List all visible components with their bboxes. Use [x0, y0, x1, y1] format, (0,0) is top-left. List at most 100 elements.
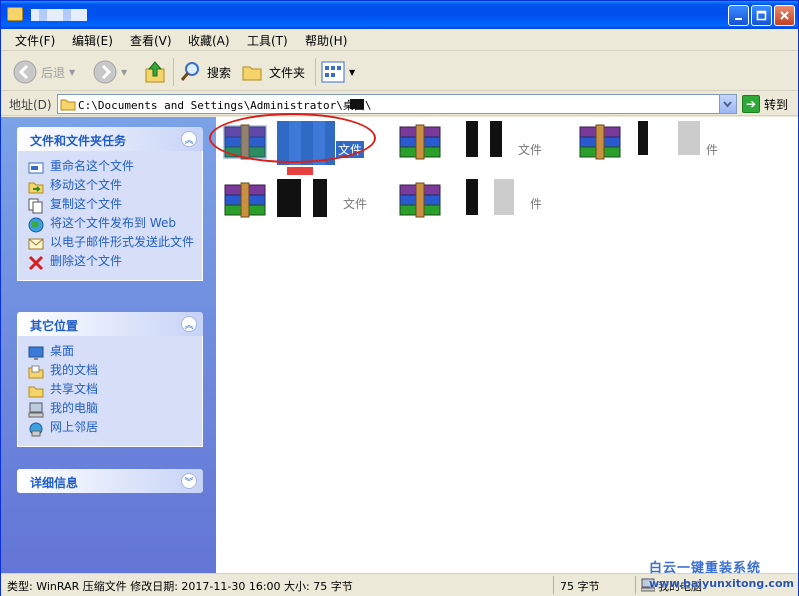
task-rename[interactable]: 重命名这个文件	[28, 160, 194, 176]
task-move[interactable]: 移动这个文件	[28, 179, 194, 195]
task-delete[interactable]: 删除这个文件	[28, 255, 194, 271]
task-delete-label: 删除这个文件	[50, 254, 123, 268]
winrar-archive-icon	[399, 124, 441, 160]
place-my-computer[interactable]: 我的电脑	[28, 402, 194, 418]
place-desktop[interactable]: 桌面	[28, 345, 194, 361]
file-list: 文件 文件 件 文件 件	[216, 117, 798, 573]
address-input[interactable]: C:\Documents and Settings\Administrator\…	[57, 94, 737, 114]
other-places-body: 桌面 我的文档 共享文档 我的电脑 网上邻居	[17, 336, 203, 447]
status-info: 类型: WinRAR 压缩文件 修改日期: 2017-11-30 16:00 大…	[7, 580, 353, 593]
site-watermark: 白云一键重装系统 www.baiyunxitong.com	[649, 557, 795, 593]
place-my-computer-label: 我的电脑	[50, 401, 99, 415]
views-button[interactable]: ▼	[321, 58, 355, 86]
task-email[interactable]: 以电子邮件形式发送此文件	[28, 236, 194, 252]
task-pane: 文件和文件夹任务 ︽ 重命名这个文件 移动这个文件 复制这个文件 将这个文件发布…	[1, 117, 216, 573]
status-size: 75 字节	[560, 580, 600, 593]
expand-icon[interactable]: ︾	[181, 473, 197, 489]
winrar-archive-icon	[399, 182, 441, 218]
address-bar: 地址(D) C:\Documents and Settings\Administ…	[1, 92, 798, 116]
file-tasks-title: 文件和文件夹任务	[30, 134, 127, 148]
watermark-url: www.baiyunxitong.com	[649, 577, 794, 590]
title-bar[interactable]	[1, 1, 798, 29]
other-places-header[interactable]: 其它位置 ︽	[17, 312, 203, 336]
window-title-redacted	[31, 9, 87, 21]
task-copy[interactable]: 复制这个文件	[28, 198, 194, 214]
rename-icon	[28, 162, 44, 174]
maximize-icon	[756, 10, 767, 21]
task-publish-web-label: 将这个文件发布到 Web	[50, 216, 176, 230]
menu-edit[interactable]: 编辑(E)	[72, 32, 113, 49]
other-places-panel: 其它位置 ︽ 桌面 我的文档 共享文档 我的电脑 网上邻居	[17, 312, 203, 447]
toolbar-separator	[173, 58, 174, 86]
filename-redacted	[277, 179, 327, 217]
globe-icon	[28, 217, 44, 233]
address-redacted	[350, 99, 364, 109]
status-separator	[635, 576, 636, 594]
back-dropdown-icon[interactable]: ▼	[69, 68, 75, 77]
details-title: 详细信息	[30, 476, 79, 490]
place-network-label: 网上邻居	[50, 420, 99, 434]
file-item[interactable]: 件	[578, 121, 748, 177]
minimize-button[interactable]	[728, 5, 749, 26]
winrar-archive-icon	[579, 124, 621, 160]
filename-redacted	[287, 167, 313, 175]
file-name-label: 件	[706, 143, 719, 157]
file-item[interactable]: 文件	[223, 179, 393, 235]
filename-redacted	[466, 121, 502, 157]
place-shared-documents[interactable]: 共享文档	[28, 383, 194, 399]
forward-dropdown-icon[interactable]: ▼	[121, 68, 127, 77]
address-dropdown-button[interactable]	[719, 95, 736, 113]
file-name-label: 文件	[518, 143, 543, 157]
forward-button[interactable]: ▼	[93, 58, 127, 86]
close-button[interactable]	[774, 5, 795, 26]
my-documents-icon	[28, 365, 44, 379]
toolbar: 后退 ▼ ▼ 搜索 文件夹 ▼	[1, 52, 798, 91]
file-item[interactable]: 文件	[398, 121, 568, 177]
file-name-label: 文件	[343, 197, 368, 211]
file-item[interactable]: 件	[398, 179, 568, 235]
shared-folder-icon	[28, 386, 44, 398]
file-tasks-panel: 文件和文件夹任务 ︽ 重命名这个文件 移动这个文件 复制这个文件 将这个文件发布…	[17, 127, 203, 281]
folders-button[interactable]: 文件夹	[241, 58, 305, 86]
menu-file[interactable]: 文件(F)	[15, 32, 55, 49]
menu-help[interactable]: 帮助(H)	[305, 32, 347, 49]
menu-view[interactable]: 查看(V)	[130, 32, 172, 49]
menu-tools[interactable]: 工具(T)	[247, 32, 288, 49]
envelope-icon	[28, 238, 44, 250]
explorer-window: 文件(F) 编辑(E) 查看(V) 收藏(A) 工具(T) 帮助(H) 后退 ▼…	[0, 0, 799, 596]
copy-icon	[28, 198, 43, 214]
other-places-title: 其它位置	[30, 319, 79, 333]
go-button[interactable]: ➔ 转到	[742, 95, 788, 113]
place-network[interactable]: 网上邻居	[28, 421, 194, 437]
address-path: C:\Documents and Settings\Administrator\…	[78, 99, 372, 112]
up-folder-icon	[145, 61, 165, 83]
network-icon	[29, 422, 43, 437]
menu-bar: 文件(F) 编辑(E) 查看(V) 收藏(A) 工具(T) 帮助(H)	[1, 29, 798, 74]
place-my-documents-label: 我的文档	[50, 363, 99, 377]
views-icon	[321, 61, 345, 83]
task-copy-label: 复制这个文件	[50, 197, 123, 211]
status-separator	[553, 576, 554, 594]
forward-arrow-icon	[93, 60, 117, 84]
task-publish-web[interactable]: 将这个文件发布到 Web	[28, 217, 194, 233]
maximize-button[interactable]	[751, 5, 772, 26]
task-rename-label: 重命名这个文件	[50, 159, 135, 173]
search-button[interactable]: 搜索	[179, 58, 231, 86]
menu-favorites[interactable]: 收藏(A)	[188, 32, 230, 49]
back-button[interactable]: 后退 ▼	[13, 58, 75, 86]
winrar-archive-icon	[224, 182, 266, 218]
up-folder-button[interactable]	[143, 58, 167, 86]
filename-redacted	[638, 121, 700, 155]
file-tasks-header[interactable]: 文件和文件夹任务 ︽	[17, 127, 203, 151]
details-header[interactable]: 详细信息 ︾	[17, 469, 203, 493]
views-dropdown-icon[interactable]: ▼	[349, 68, 355, 77]
desktop-icon	[28, 346, 44, 360]
address-label: 地址(D)	[9, 98, 52, 112]
folder-icon	[60, 99, 76, 111]
collapse-icon[interactable]: ︽	[181, 316, 197, 332]
back-label: 后退	[41, 65, 66, 80]
back-arrow-icon	[13, 60, 37, 84]
search-label: 搜索	[207, 65, 232, 80]
collapse-icon[interactable]: ︽	[181, 131, 197, 147]
place-my-documents[interactable]: 我的文档	[28, 364, 194, 380]
